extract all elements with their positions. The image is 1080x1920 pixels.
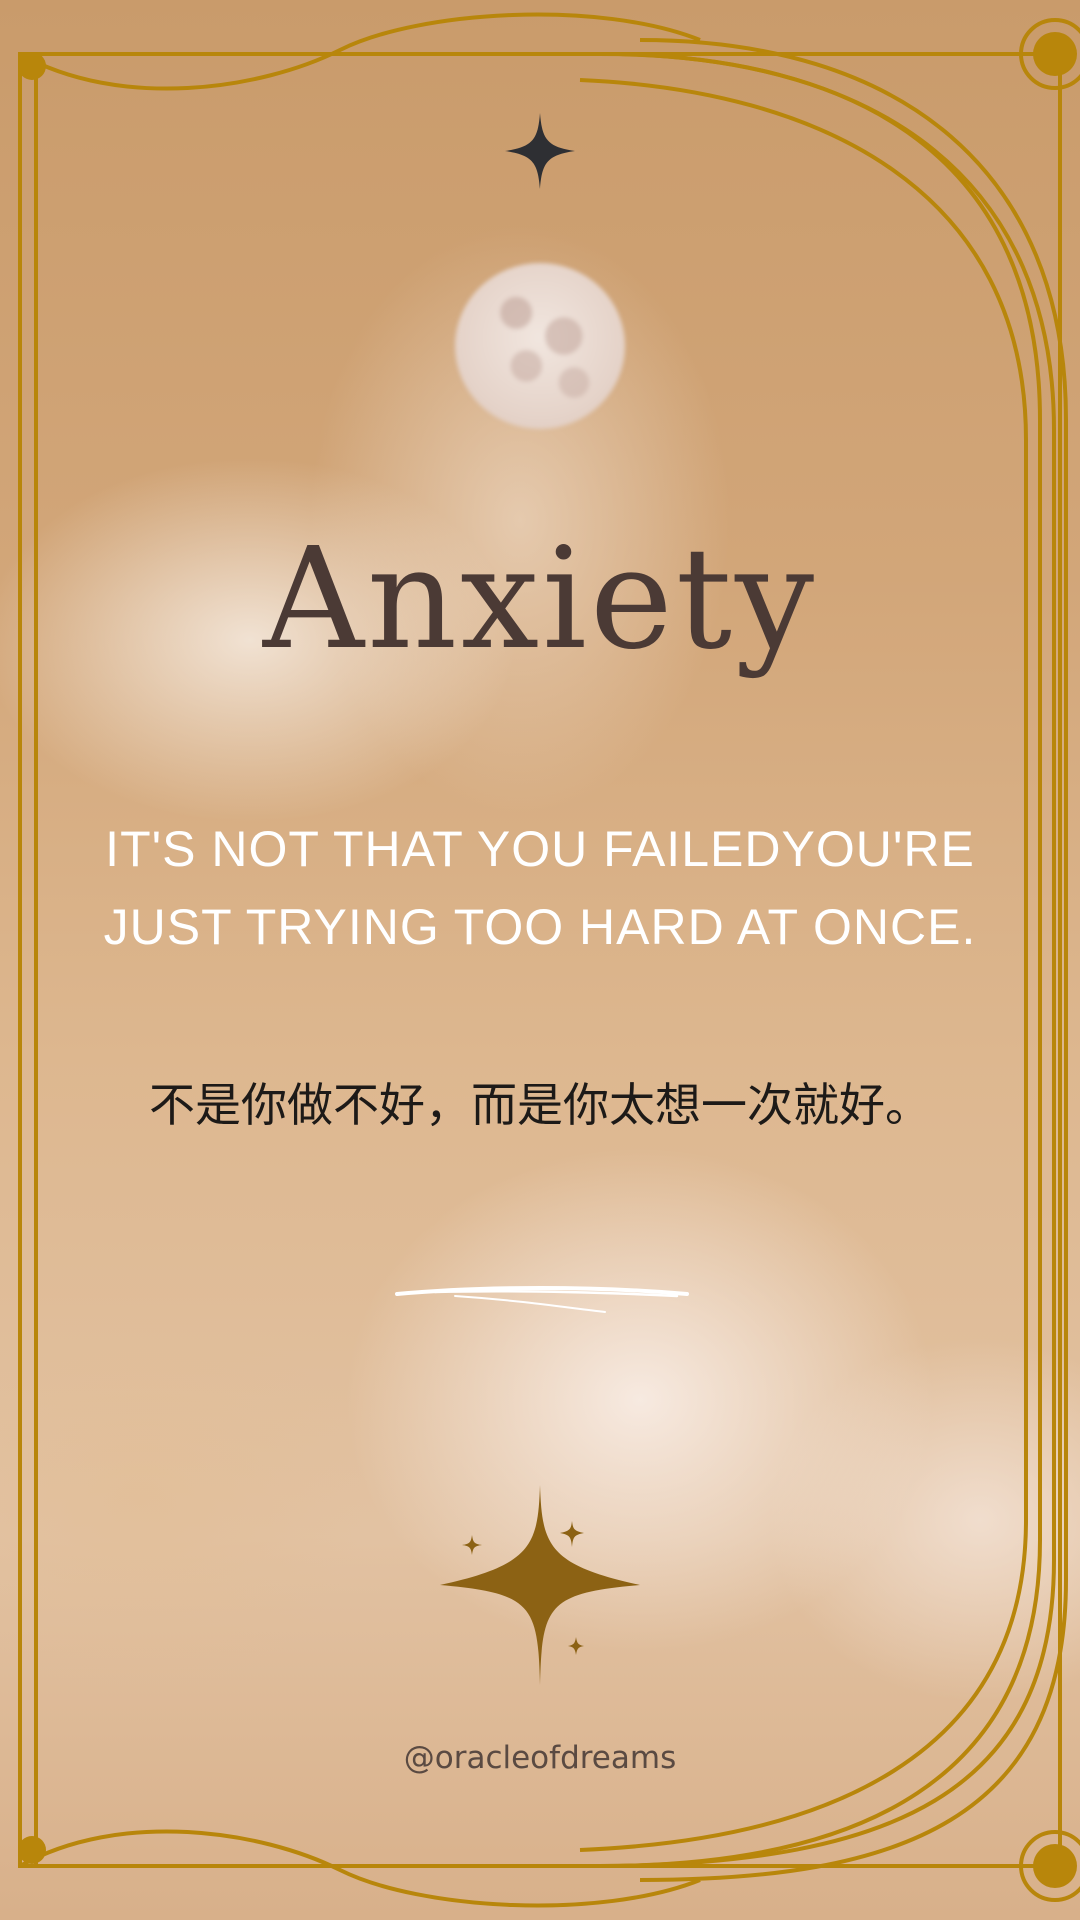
moon-icon [455, 263, 625, 429]
brush-stroke-divider [395, 1286, 689, 1313]
quote-chinese: 不是你做不好，而是你太想一次就好。 [149, 1078, 931, 1132]
sparkles-icon [440, 1485, 640, 1685]
quote-card: Anxiety IT'S NOT THAT YOU FAILEDYOU'RE J… [0, 0, 1080, 1920]
page-title: Anxiety [262, 518, 818, 681]
author-handle: @oracleofdreams [403, 1740, 677, 1776]
quote-english: IT'S NOT THAT YOU FAILEDYOU'RE JUST TRYI… [103, 821, 977, 955]
four-point-star-icon [505, 113, 575, 189]
